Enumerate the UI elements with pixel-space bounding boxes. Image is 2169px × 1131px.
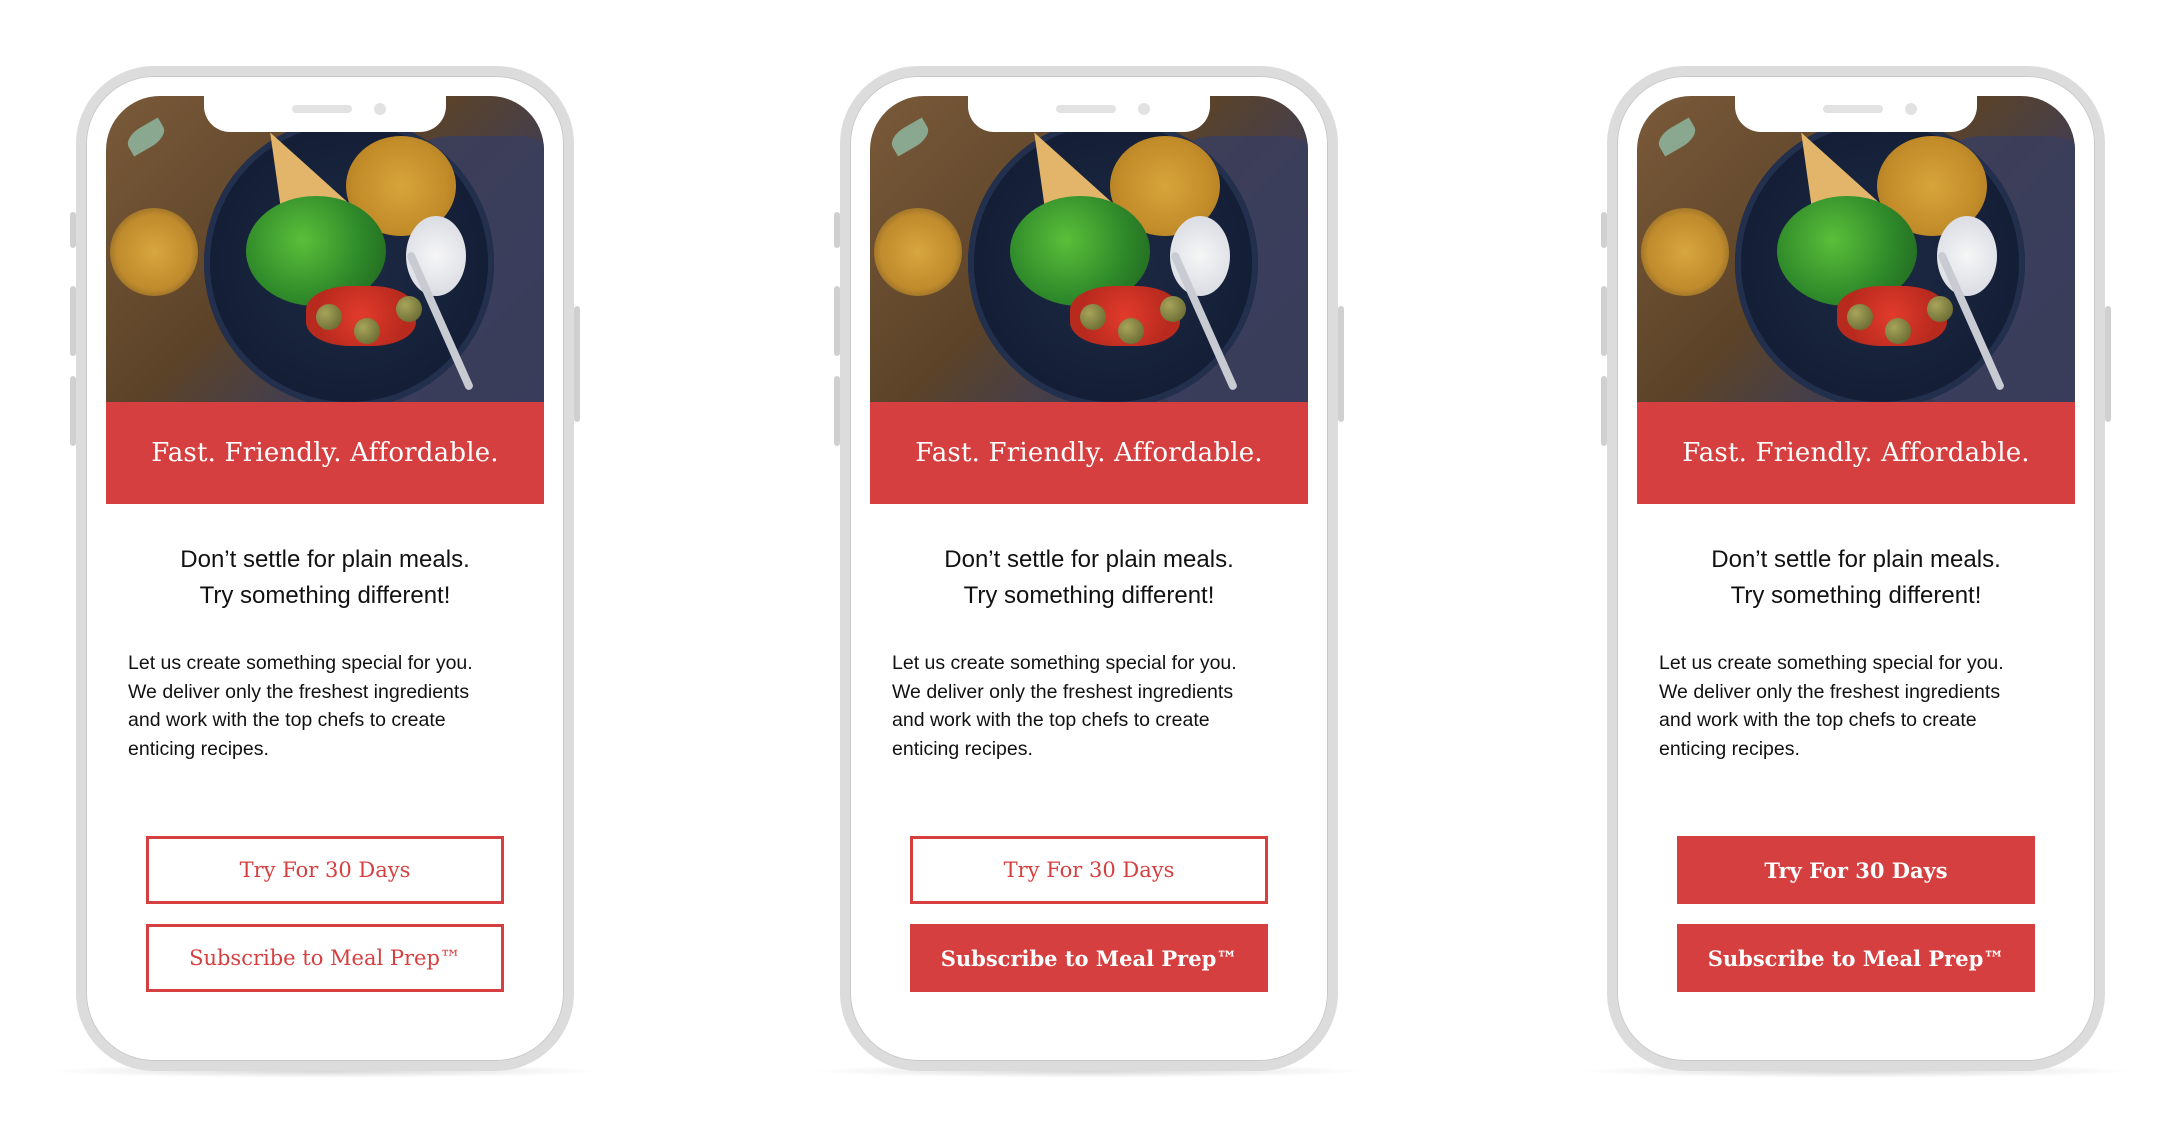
phone-screen: Fast. Friendly. Affordable. Don’t settle… (1637, 96, 2075, 1041)
hero-food-image (106, 96, 544, 402)
tagline-text: Fast. Friendly. Affordable. (915, 438, 1263, 468)
headline-line: Try something different! (963, 582, 1215, 609)
headline: Don’t settle for plain meals. Try someth… (106, 542, 544, 614)
power-button (2105, 306, 2111, 422)
tagline-banner: Fast. Friendly. Affordable. (870, 402, 1308, 504)
subscribe-button[interactable]: Subscribe to Meal Prep™ (146, 924, 504, 992)
headline-line: Don’t settle for plain meals. (944, 546, 1234, 573)
headline-line: Try something different! (199, 582, 451, 609)
body-line: enticing recipes. (128, 737, 269, 760)
body-line: enticing recipes. (892, 737, 1033, 760)
body-line: We deliver only the freshest ingredients (892, 680, 1234, 703)
notch (204, 96, 446, 132)
hero-food-image (1637, 96, 2075, 402)
volume-up-button (70, 286, 76, 356)
phone-mockup-2: Fast. Friendly. Affordable. Don’t settle… (834, 66, 1344, 1071)
body-copy: Let us create something special for you.… (1659, 649, 2059, 763)
power-button (574, 306, 580, 422)
body-line: and work with the top chefs to create (128, 709, 446, 731)
try-30-days-button[interactable]: Try For 30 Days (146, 836, 504, 904)
body-line: enticing recipes. (1659, 737, 1800, 760)
front-camera-icon (374, 103, 386, 115)
front-camera-icon (1905, 103, 1917, 115)
phone-screen: Fast. Friendly. Affordable. Don’t settle… (106, 96, 544, 1041)
subscribe-button[interactable]: Subscribe to Meal Prep™ (910, 924, 1268, 992)
headline: Don’t settle for plain meals. Try someth… (1637, 542, 2075, 614)
hero-food-image (870, 96, 1308, 402)
try-30-days-button[interactable]: Try For 30 Days (1677, 836, 2035, 904)
front-camera-icon (1138, 103, 1150, 115)
subscribe-button[interactable]: Subscribe to Meal Prep™ (1677, 924, 2035, 992)
mute-switch (70, 212, 76, 248)
phone-mockup-3: Fast. Friendly. Affordable. Don’t settle… (1601, 66, 2111, 1071)
headline: Don’t settle for plain meals. Try someth… (870, 542, 1308, 614)
headline-line: Try something different! (1730, 582, 1982, 609)
tagline-text: Fast. Friendly. Affordable. (151, 438, 499, 468)
body-line: Let us create something special for you. (128, 652, 473, 674)
mute-switch (834, 212, 840, 248)
speaker-grille-icon (1056, 105, 1116, 113)
volume-down-button (70, 376, 76, 446)
body-copy: Let us create something special for you.… (128, 649, 528, 763)
speaker-grille-icon (1823, 105, 1883, 113)
speaker-grille-icon (292, 105, 352, 113)
body-line: We deliver only the freshest ingredients (128, 680, 470, 703)
tagline-banner: Fast. Friendly. Affordable. (1637, 402, 2075, 504)
notch (1735, 96, 1977, 132)
body-line: Let us create something special for you. (892, 652, 1237, 674)
notch (968, 96, 1210, 132)
body-copy: Let us create something special for you.… (892, 649, 1292, 763)
headline-line: Don’t settle for plain meals. (1711, 546, 2001, 573)
volume-up-button (1601, 286, 1607, 356)
mute-switch (1601, 212, 1607, 248)
power-button (1338, 306, 1344, 422)
body-line: We deliver only the freshest ingredients (1659, 680, 2001, 703)
tagline-text: Fast. Friendly. Affordable. (1682, 438, 2030, 468)
volume-down-button (1601, 376, 1607, 446)
try-30-days-button[interactable]: Try For 30 Days (910, 836, 1268, 904)
volume-up-button (834, 286, 840, 356)
body-line: and work with the top chefs to create (892, 709, 1210, 731)
volume-down-button (834, 376, 840, 446)
body-line: Let us create something special for you. (1659, 652, 2004, 674)
tagline-banner: Fast. Friendly. Affordable. (106, 402, 544, 504)
phone-screen: Fast. Friendly. Affordable. Don’t settle… (870, 96, 1308, 1041)
phone-mockup-1: Fast. Friendly. Affordable. Don’t settle… (70, 66, 580, 1071)
body-line: and work with the top chefs to create (1659, 709, 1977, 731)
headline-line: Don’t settle for plain meals. (180, 546, 470, 573)
